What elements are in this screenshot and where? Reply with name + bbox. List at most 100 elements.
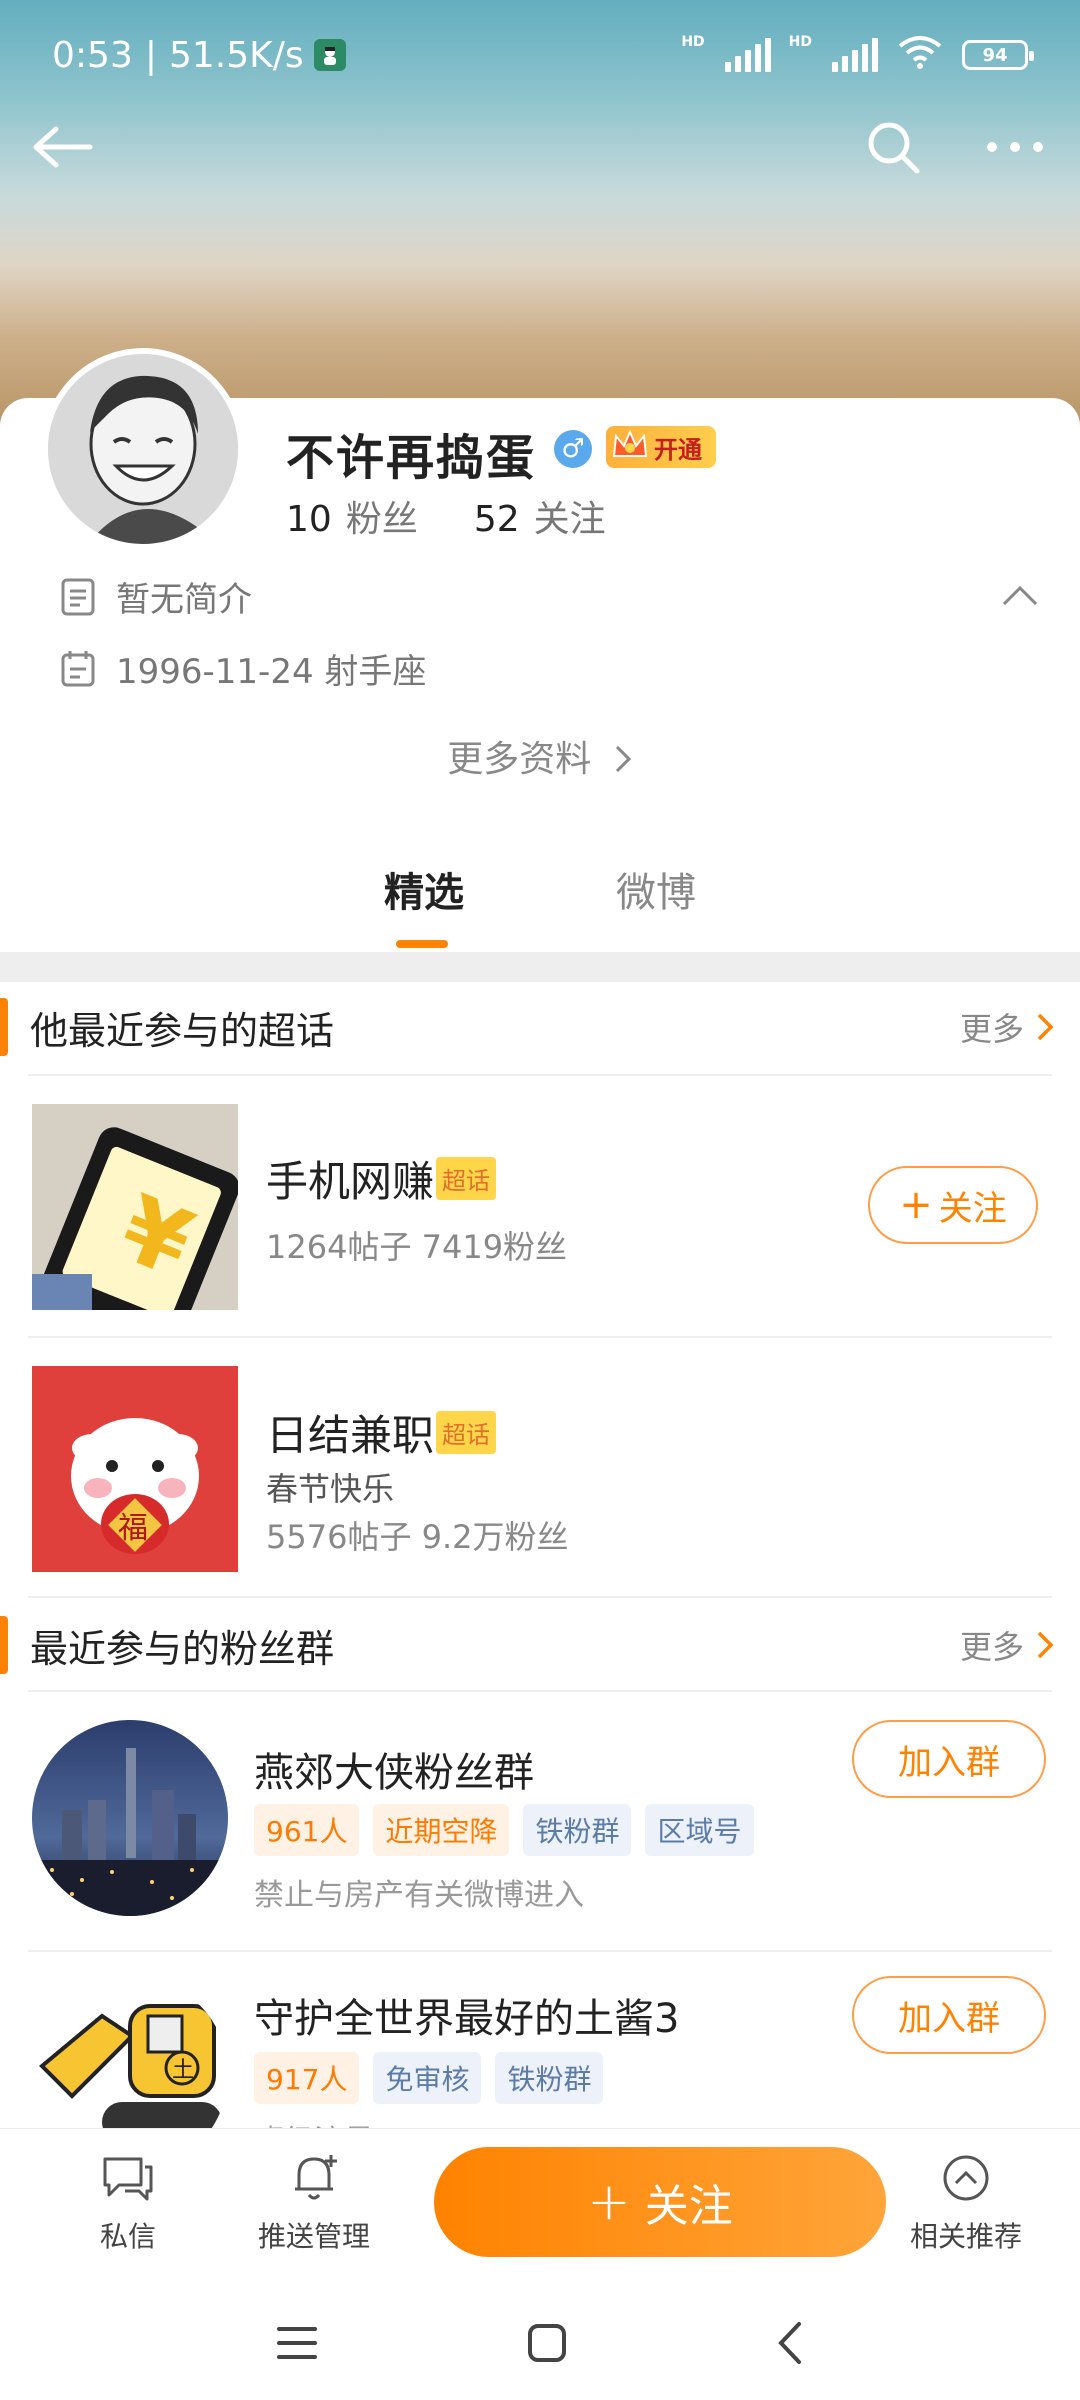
section-accent-bar [0, 998, 8, 1056]
tag: 近期空降 [373, 1804, 510, 1856]
topic-name: 手机网赚 [266, 1157, 435, 1206]
bio-text: 暂无简介 [116, 580, 252, 620]
profile-stats: 10 粉丝 52 关注 [286, 490, 606, 542]
group-title: 守护全世界最好的土酱3 [254, 1996, 680, 2042]
message-button[interactable]: 私信 [48, 2149, 208, 2255]
status-right: HD HD 94 [681, 34, 1034, 76]
divider [28, 1074, 1052, 1076]
chevron-right-icon [1037, 1631, 1054, 1659]
group-tags: 917人 免审核 铁粉群 [254, 2052, 604, 2104]
follow-user-label: 关注 [644, 2181, 733, 2232]
follow-label: 关注 [533, 499, 606, 540]
vip-open-button[interactable]: 开通 [606, 426, 716, 468]
more-dots-icon [987, 142, 1043, 152]
tag: 铁粉群 [523, 1804, 632, 1856]
search-button[interactable] [858, 112, 928, 182]
join-group-button[interactable]: 加入群 [852, 1720, 1046, 1798]
section-accent-bar [0, 1616, 8, 1674]
hd-label-2: HD [788, 34, 812, 50]
push-settings-button[interactable]: 推送管理 [234, 2149, 394, 2255]
more-label: 更多 [959, 1628, 1024, 1666]
chevron-right-icon [603, 739, 633, 780]
super-topic-badge: 超话 [436, 1411, 497, 1454]
super-topics-header: 他最近参与的超话 更多 [0, 982, 1080, 1072]
recommend-label: 相关推荐 [909, 2220, 1022, 2253]
birthday-row: 1996-11-24 射手座 [60, 644, 426, 693]
recommend-button[interactable]: 相关推荐 [886, 2149, 1046, 2255]
fan-group-item[interactable]: 燕郊大侠粉丝群 961人 近期空降 铁粉群 区域号 禁止与房产有关微博进入 加入… [32, 1720, 1052, 1940]
follow-stat[interactable]: 52 关注 [474, 490, 606, 542]
super-topic-item[interactable]: 福 日结兼职 超话 春节快乐 5576帖子 9.2万粉丝 [32, 1366, 1052, 1576]
super-topic-badge: 超话 [436, 1157, 497, 1200]
avatar[interactable] [42, 348, 244, 550]
more-info-label: 更多资料 [447, 739, 592, 780]
back-button[interactable] [28, 112, 98, 182]
divider [28, 1950, 1052, 1952]
back-nav-icon[interactable] [777, 2321, 803, 2369]
bottom-action-bar: 私信 推送管理 + 关注 相关推荐 [0, 2128, 1080, 2278]
tag-member-count: 961人 [254, 1804, 360, 1856]
plus-icon: + [899, 1182, 933, 1228]
topic-title: 手机网赚 超话 [266, 1148, 497, 1209]
super-topic-item[interactable]: ¥ 手机网赚 超话 1264帖子 7419粉丝 + 关注 [32, 1104, 1052, 1314]
document-icon [61, 578, 95, 615]
tab-weibo[interactable]: 微博 [616, 860, 696, 918]
fan-groups-more-link[interactable]: 更多 [960, 1622, 1054, 1668]
group-description: 班级流量 [254, 2116, 374, 2128]
follow-topic-label: 关注 [938, 1188, 1007, 1229]
signal-icon-2 [832, 38, 878, 72]
more-info-link[interactable]: 更多资料 [0, 730, 1080, 782]
circle-chevron-up-icon [886, 2149, 1046, 2207]
topic-name: 日结兼职 [266, 1411, 435, 1460]
status-net-speed: 51.5K/s [168, 34, 304, 76]
fans-stat[interactable]: 10 粉丝 [286, 490, 418, 542]
follow-count: 52 [473, 499, 520, 540]
vip-label: 开通 [654, 435, 702, 464]
join-group-label: 加入群 [898, 1998, 1000, 2039]
section-title: 他最近参与的超话 [30, 1008, 335, 1053]
section-title: 最近参与的粉丝群 [30, 1626, 335, 1671]
battery-icon: 94 [962, 40, 1034, 70]
group-avatar [32, 1720, 228, 1916]
fans-count: 10 [286, 499, 332, 540]
tag: 免审核 [373, 2052, 482, 2104]
join-group-button[interactable]: 加入群 [852, 1976, 1046, 2054]
search-icon [868, 122, 920, 174]
tag: 区域号 [645, 1804, 754, 1856]
chat-icon [48, 2149, 208, 2207]
tag-member-count: 917人 [254, 2052, 360, 2104]
home-icon[interactable] [527, 2323, 567, 2367]
section-divider [0, 952, 1080, 982]
avatar-image [48, 354, 238, 544]
topic-thumbnail: 福 [32, 1366, 238, 1572]
topic-stats: 1264帖子 7419粉丝 [266, 1228, 568, 1266]
status-time: 0:53 [52, 34, 133, 76]
tag: 铁粉群 [495, 2052, 604, 2104]
notification-avatar-icon [313, 39, 346, 71]
fan-group-item[interactable]: 土 守护全世界最好的土酱3 917人 免审核 铁粉群 班级流量 加入群 [32, 1976, 1052, 2128]
collapse-chevron-icon[interactable] [1000, 584, 1040, 612]
more-button[interactable] [980, 112, 1050, 182]
profile-tabs: 精选 微博 [0, 860, 1080, 948]
menu-icon[interactable] [277, 2326, 317, 2364]
bio-row: 暂无简介 [60, 572, 252, 621]
wifi-icon [896, 34, 944, 76]
bell-plus-icon [234, 2149, 394, 2207]
topic-latest-post: 春节快乐 [266, 1470, 395, 1508]
join-group-label: 加入群 [898, 1742, 1000, 1783]
birthday-text: 1996-11-24 射手座 [116, 652, 427, 692]
divider [28, 1690, 1052, 1692]
topic-title: 日结兼职 超话 [266, 1402, 497, 1463]
more-label: 更多 [959, 1010, 1024, 1048]
tab-featured[interactable]: 精选 [384, 860, 464, 948]
super-topics-more-link[interactable]: 更多 [960, 1004, 1054, 1050]
svg-text:福: 福 [118, 1511, 148, 1546]
status-separator: | [144, 34, 157, 76]
follow-topic-button[interactable]: + 关注 [868, 1166, 1038, 1244]
battery-level: 94 [982, 44, 1008, 66]
svg-text:土: 土 [172, 2058, 194, 2083]
crown-icon [610, 428, 650, 470]
topic-thumbnail: ¥ [32, 1104, 238, 1310]
follow-user-button[interactable]: + 关注 [434, 2147, 886, 2257]
message-label: 私信 [99, 2220, 156, 2253]
